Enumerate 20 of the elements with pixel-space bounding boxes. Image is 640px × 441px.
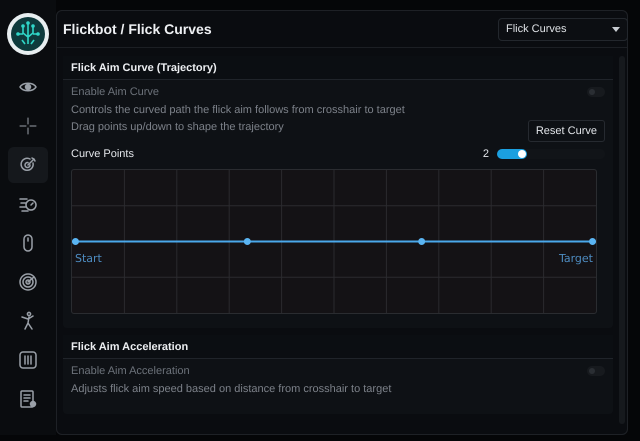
- toggle-switch[interactable]: [587, 87, 605, 97]
- curve-editor[interactable]: Start Target: [71, 169, 597, 314]
- slider-label: Curve Points: [71, 148, 134, 160]
- description-text: Drag points up/down to shape the trajectory: [71, 121, 285, 133]
- brain-circuit-logo: [6, 12, 50, 56]
- description-text: Adjusts flick aim speed based on distance from crosshair to target: [71, 383, 392, 395]
- slider-fill[interactable]: [497, 149, 528, 159]
- toggle-label: Enable Aim Acceleration: [71, 365, 190, 377]
- curve-line-drawing[interactable]: [72, 238, 596, 245]
- page-dropdown[interactable]: Flick Curves: [498, 18, 628, 40]
- target-label: Target: [558, 252, 593, 265]
- description-text: Controls the curved path the flick aim follows from crosshair to target: [71, 104, 405, 116]
- start-label: Start: [75, 252, 102, 265]
- reset-curve-button[interactable]: Reset Curve: [528, 120, 605, 142]
- nav-target-icon[interactable]: [8, 147, 48, 183]
- slider-value: 2: [482, 148, 489, 160]
- caret-icon: [612, 26, 620, 32]
- page-title: Flickbot / Flick Curves: [63, 21, 212, 37]
- toggle-label: Enable Aim Curve: [71, 86, 160, 98]
- toggle-switch[interactable]: [587, 366, 605, 376]
